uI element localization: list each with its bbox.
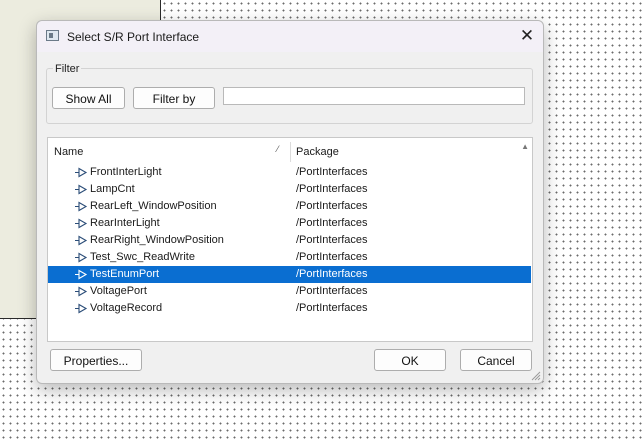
port-interface-icon — [75, 218, 88, 229]
row-name: RearLeft_WindowPosition — [90, 200, 217, 212]
row-name: LampCnt — [90, 183, 135, 195]
list-row[interactable]: VoltagePort /PortInterfaces — [48, 283, 531, 300]
window-app-icon — [46, 30, 59, 41]
port-interface-icon — [75, 167, 88, 178]
port-interface-icon — [75, 201, 88, 212]
row-name: Test_Swc_ReadWrite — [90, 251, 195, 263]
row-package: /PortInterfaces — [296, 166, 368, 178]
column-separator[interactable] — [290, 142, 291, 162]
column-header-name[interactable]: Name — [54, 146, 83, 158]
row-name: RearRight_WindowPosition — [90, 234, 224, 246]
dialog-title: Select S/R Port Interface — [67, 30, 200, 44]
title-bar[interactable]: Select S/R Port Interface ✕ — [37, 21, 543, 52]
list-row[interactable]: LampCnt /PortInterfaces — [48, 181, 531, 198]
filter-input[interactable] — [223, 87, 525, 105]
row-name: RearInterLight — [90, 217, 160, 229]
port-interface-icon — [75, 252, 88, 263]
row-name: VoltageRecord — [90, 302, 163, 314]
cancel-button[interactable]: Cancel — [460, 349, 532, 371]
row-package: /PortInterfaces — [296, 200, 368, 212]
properties-button[interactable]: Properties... — [50, 349, 142, 371]
row-package: /PortInterfaces — [296, 234, 368, 246]
port-interface-icon — [75, 286, 88, 297]
select-port-interface-dialog: Select S/R Port Interface ✕ Filter Show … — [36, 20, 544, 384]
port-interface-list[interactable]: Name ⁄ Package ▲ FrontInterLight /PortIn… — [47, 137, 533, 342]
sort-indicator-icon: ⁄ — [277, 144, 279, 154]
column-header-package[interactable]: Package — [296, 146, 339, 158]
show-all-button[interactable]: Show All — [52, 87, 125, 109]
filter-group-label: Filter — [53, 63, 82, 75]
list-row[interactable]: RearInterLight /PortInterfaces — [48, 215, 531, 232]
row-package: /PortInterfaces — [296, 251, 368, 263]
scroll-up-icon[interactable]: ▲ — [521, 142, 529, 151]
row-package: /PortInterfaces — [296, 268, 368, 280]
row-package: /PortInterfaces — [296, 217, 368, 229]
row-name: VoltagePort — [90, 285, 147, 297]
port-interface-icon — [75, 235, 88, 246]
close-icon[interactable]: ✕ — [513, 23, 541, 49]
port-interface-icon — [75, 303, 88, 314]
list-row[interactable]: Test_Swc_ReadWrite /PortInterfaces — [48, 249, 531, 266]
list-row[interactable]: VoltageRecord /PortInterfaces — [48, 300, 531, 317]
ok-button[interactable]: OK — [374, 349, 446, 371]
row-package: /PortInterfaces — [296, 285, 368, 297]
row-name: FrontInterLight — [90, 166, 162, 178]
filter-by-button[interactable]: Filter by — [133, 87, 215, 109]
list-row[interactable]: RearRight_WindowPosition /PortInterfaces — [48, 232, 531, 249]
list-header: Name ⁄ Package ▲ — [48, 138, 532, 162]
list-row[interactable]: FrontInterLight /PortInterfaces — [48, 164, 531, 181]
row-name: TestEnumPort — [90, 268, 160, 280]
list-row-selected[interactable]: TestEnumPort /PortInterfaces — [48, 266, 531, 283]
row-package: /PortInterfaces — [296, 302, 368, 314]
port-interface-icon — [75, 184, 88, 195]
list-row[interactable]: RearLeft_WindowPosition /PortInterfaces — [48, 198, 531, 215]
resize-grip-icon[interactable] — [531, 371, 541, 381]
row-package: /PortInterfaces — [296, 183, 368, 195]
port-interface-icon — [75, 269, 88, 280]
